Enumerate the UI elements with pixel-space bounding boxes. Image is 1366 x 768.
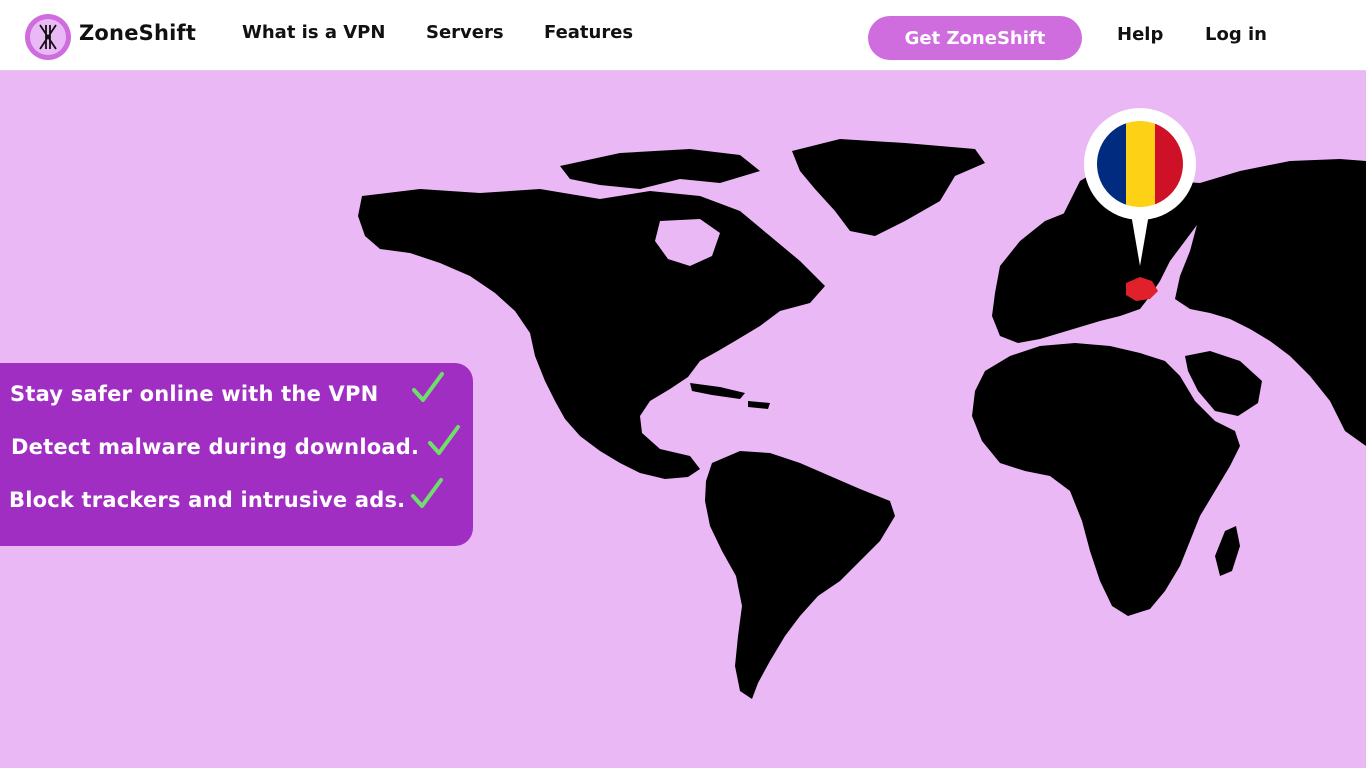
feature-item-block-trackers: Block trackers and intrusive ads. bbox=[9, 488, 406, 512]
nav-what-is-vpn[interactable]: What is a VPN bbox=[242, 22, 385, 43]
brand-name[interactable]: ZoneShift bbox=[79, 21, 196, 45]
zoneshift-logo-icon[interactable] bbox=[25, 14, 71, 60]
nav-servers[interactable]: Servers bbox=[426, 22, 504, 43]
get-zoneshift-button[interactable]: Get ZoneShift bbox=[868, 16, 1082, 60]
nav-login[interactable]: Log in bbox=[1205, 24, 1267, 45]
nav-help[interactable]: Help bbox=[1117, 24, 1163, 45]
greenland-landmass bbox=[792, 139, 985, 236]
asia-landmass bbox=[1175, 159, 1366, 446]
check-icon bbox=[411, 478, 443, 508]
caribbean-islands bbox=[690, 383, 770, 409]
south-america-landmass bbox=[705, 451, 895, 699]
feature-item-safer-online: Stay safer online with the VPN bbox=[10, 382, 379, 406]
check-icon bbox=[412, 372, 444, 402]
arctic-islands bbox=[560, 149, 760, 189]
feature-item-detect-malware: Detect malware during download. bbox=[11, 435, 420, 459]
check-icon bbox=[428, 425, 460, 455]
nav-features[interactable]: Features bbox=[544, 22, 633, 43]
top-navigation-bar: ZoneShift What is a VPN Servers Features… bbox=[0, 0, 1366, 71]
romania-flag-icon[interactable] bbox=[1084, 108, 1196, 278]
madagascar-landmass bbox=[1215, 526, 1240, 576]
